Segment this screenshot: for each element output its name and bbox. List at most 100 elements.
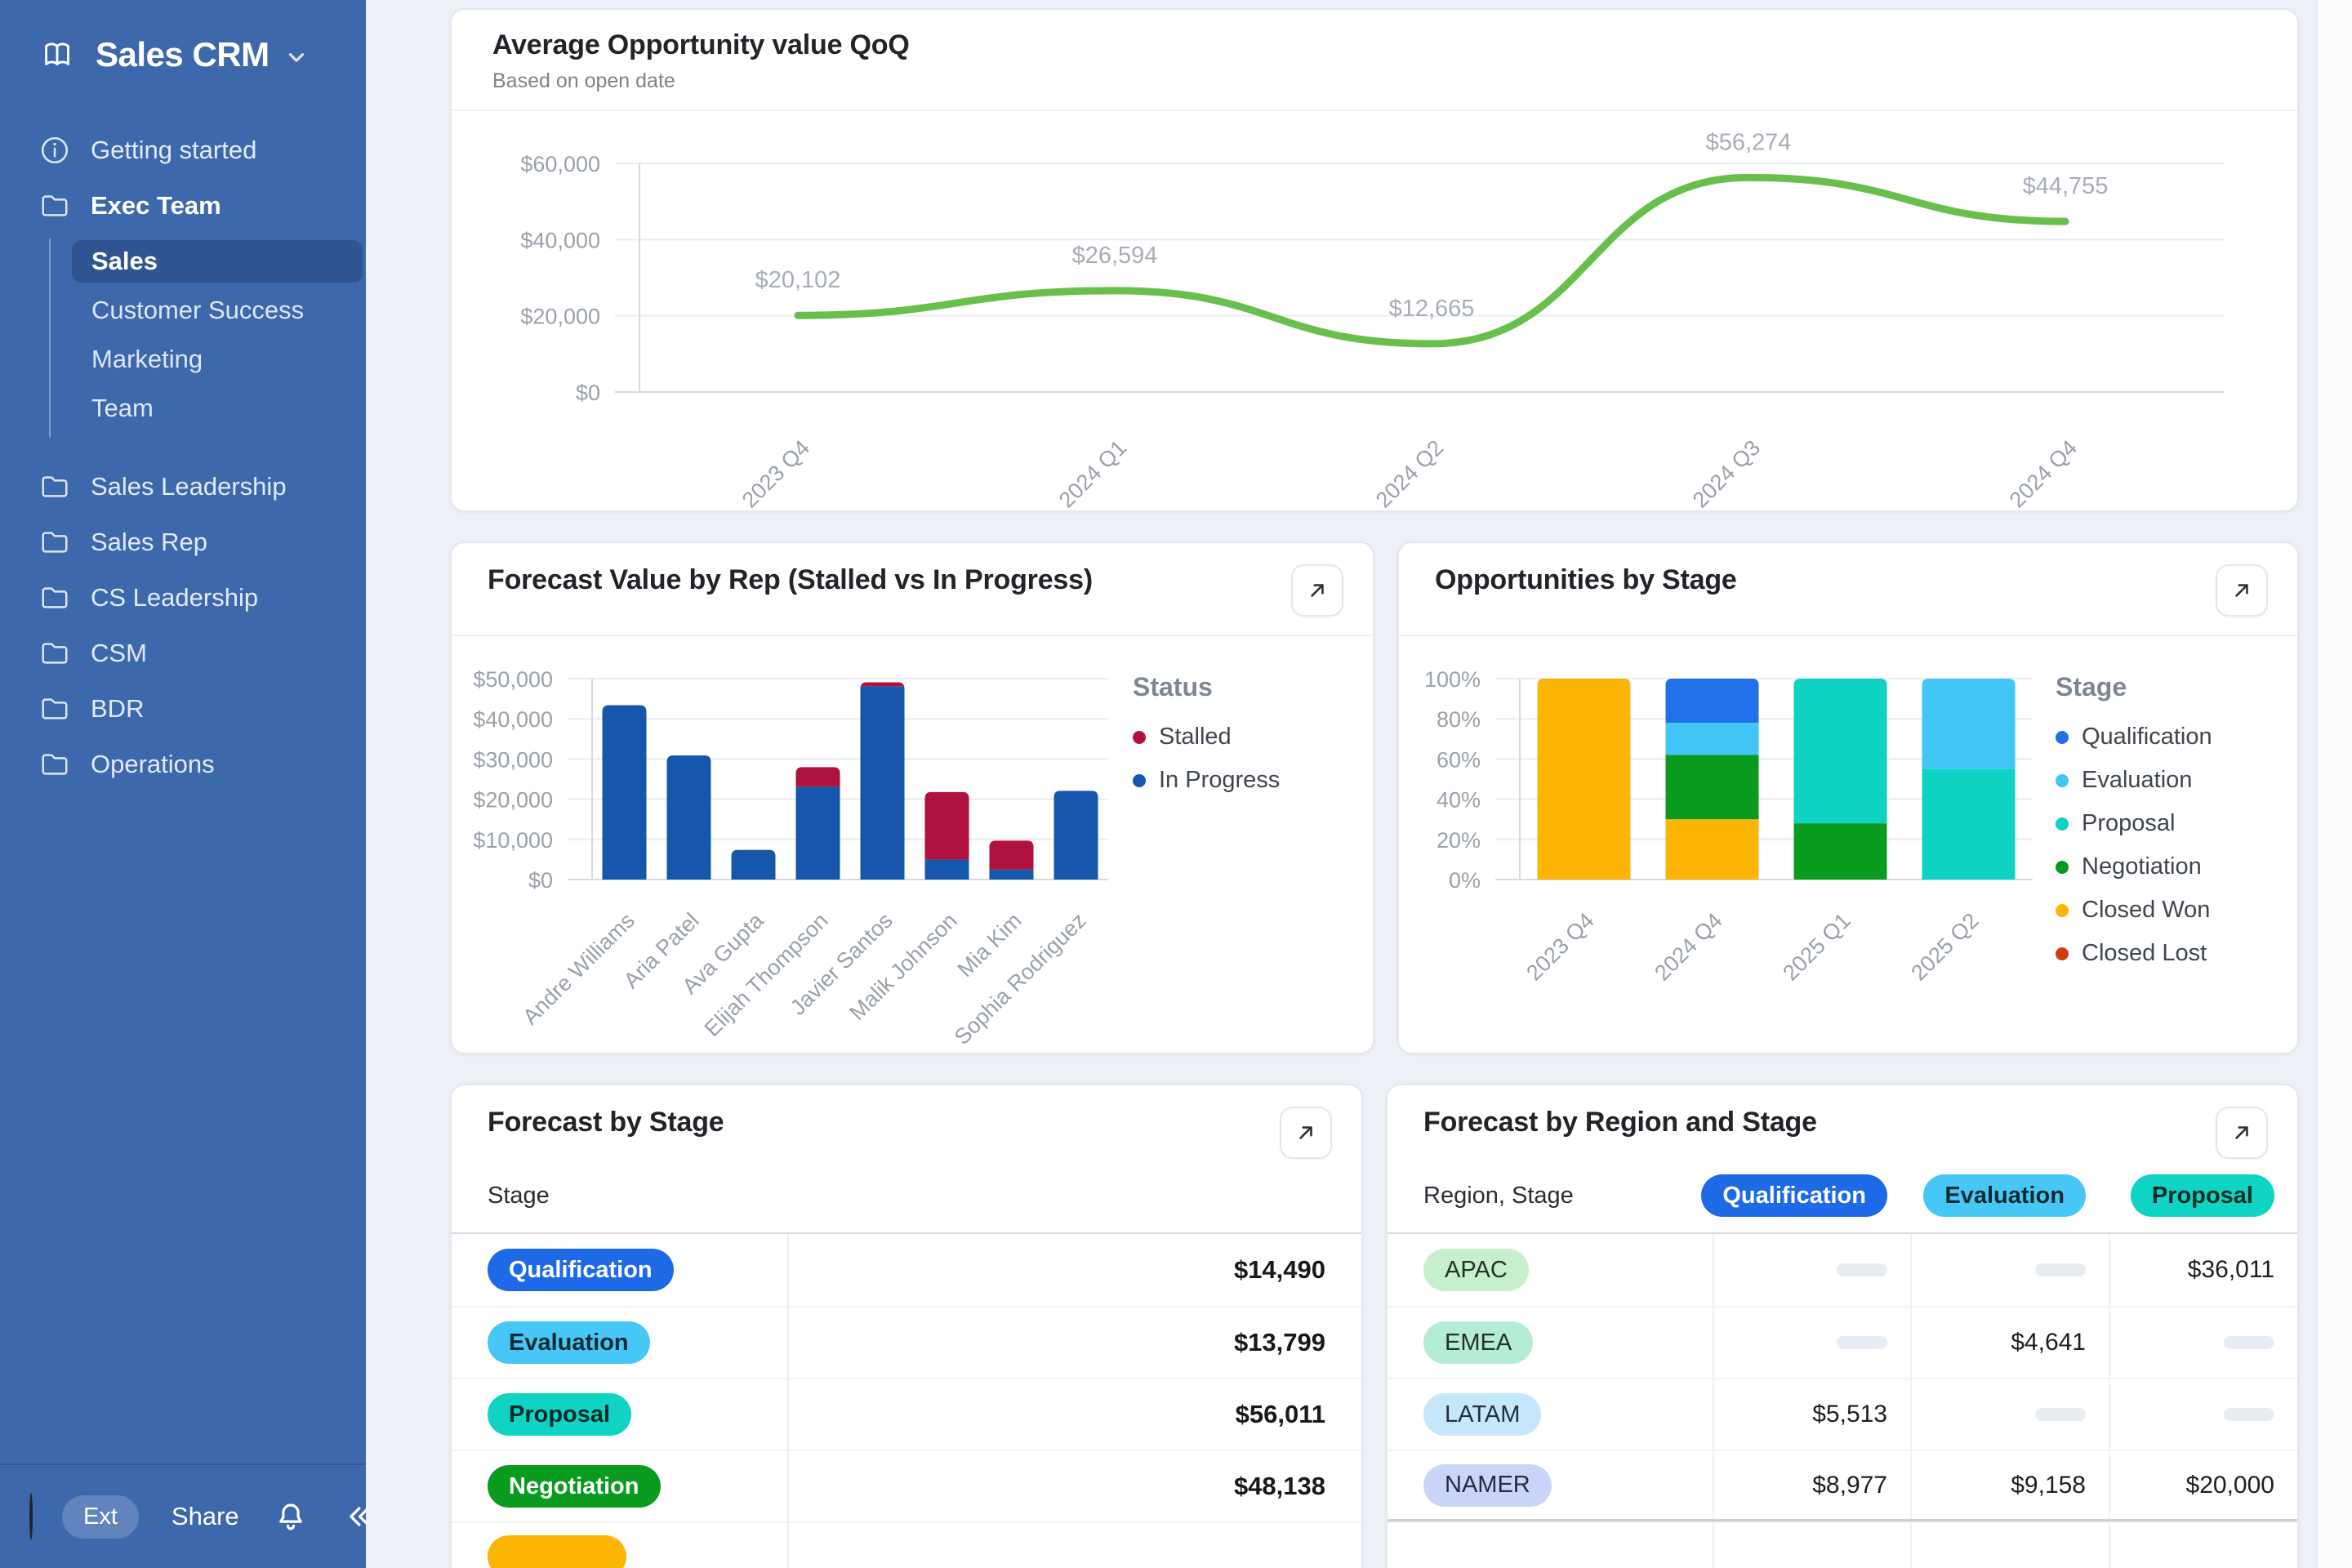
- stage-pill: Evaluation: [1923, 1174, 2086, 1217]
- stage-pill: Negotiation: [488, 1465, 661, 1508]
- svg-text:$20,000: $20,000: [473, 788, 553, 813]
- card-title: Average Opportunity value QoQ: [492, 29, 2256, 61]
- card-forecast-by-stage: Forecast by Stage Stage Qualification$14…: [450, 1084, 1363, 1568]
- stage-cell: Qualification: [452, 1249, 787, 1291]
- svg-text:2023 Q4: 2023 Q4: [737, 435, 814, 512]
- notifications-button[interactable]: [274, 1499, 308, 1534]
- card-header: Average Opportunity value QoQ Based on o…: [452, 10, 2297, 111]
- table-row[interactable]: Evaluation $13,799: [452, 1306, 1361, 1378]
- empty-value: [2109, 1379, 2297, 1450]
- forecast-value: $13,799: [787, 1307, 1361, 1378]
- svg-text:60%: 60%: [1437, 747, 1481, 772]
- sidebar-subitem-sales[interactable]: Sales: [72, 240, 363, 283]
- svg-text:$26,594: $26,594: [1072, 243, 1158, 269]
- region-pill: EMEA: [1423, 1321, 1533, 1364]
- region-pill: NAMER: [1423, 1464, 1552, 1507]
- sidebar-subitem-customer-success[interactable]: Customer Success: [72, 289, 363, 332]
- svg-text:2025 Q2: 2025 Q2: [1906, 908, 1983, 985]
- svg-text:$0: $0: [528, 868, 553, 893]
- svg-text:$50,000: $50,000: [473, 667, 553, 692]
- table-row[interactable]: LATAM$5,513: [1388, 1378, 2297, 1450]
- ext-badge[interactable]: Ext: [62, 1495, 139, 1539]
- sidebar-item-sales-rep[interactable]: Sales Rep: [0, 514, 366, 570]
- expand-button[interactable]: [2216, 564, 2268, 617]
- svg-text:2024 Q1: 2024 Q1: [1054, 435, 1131, 512]
- line-chart: $0$20,000$40,000$60,000$20,102$26,594$12…: [452, 111, 2297, 510]
- table-row[interactable]: Qualification$14,490: [452, 1234, 1361, 1306]
- sidebar-subtree: Sales Customer Success Marketing Team: [49, 238, 366, 438]
- expand-button[interactable]: [1280, 1107, 1332, 1159]
- forecast-value: $9,158: [1910, 1451, 2109, 1519]
- legend-dot: [2056, 731, 2069, 744]
- expand-arrow-icon: [1294, 1120, 1318, 1145]
- card-title: Opportunities by Stage: [1435, 564, 1737, 596]
- legend-item-negotiation: Negotiation: [2056, 853, 2260, 880]
- forecast-value: $20,000: [2109, 1451, 2297, 1519]
- sidebar-subitem-marketing[interactable]: Marketing: [72, 338, 363, 381]
- region-pill: LATAM: [1423, 1393, 1541, 1436]
- scrollbar-track[interactable]: [2316, 0, 2352, 1568]
- folder-icon: [39, 693, 70, 724]
- sidebar-item-sales-leadership[interactable]: Sales Leadership: [0, 459, 366, 514]
- column-header-evaluation: Evaluation: [1910, 1174, 2109, 1217]
- svg-text:20%: 20%: [1437, 828, 1481, 853]
- table-row[interactable]: [452, 1521, 1361, 1568]
- column-header-proposal: Proposal: [2109, 1174, 2297, 1217]
- forecast-value: $14,490: [787, 1234, 1361, 1306]
- table-row[interactable]: NAMER$8,977$9,158$20,000: [1388, 1450, 2297, 1521]
- svg-text:100%: 100%: [1424, 667, 1481, 692]
- sidebar-item-exec-team[interactable]: Exec Team: [0, 178, 366, 234]
- table-row[interactable]: Proposal$56,011: [452, 1378, 1361, 1450]
- svg-text:2024 Q2: 2024 Q2: [1371, 435, 1448, 512]
- empty-dash: [1837, 1263, 1887, 1276]
- sidebar-item-csm[interactable]: CSM: [0, 626, 366, 681]
- card-opportunities-by-stage: Opportunities by Stage 0%20%40%60%80%100…: [1397, 541, 2299, 1054]
- table-row[interactable]: EMEA$4,641: [1388, 1306, 2297, 1378]
- table-row[interactable]: Negotiation$48,138: [452, 1450, 1361, 1521]
- legend-dot: [2056, 861, 2069, 874]
- empty-dash: [2224, 1336, 2274, 1349]
- legend-item-closed-won: Closed Won: [2056, 897, 2260, 924]
- sidebar-item-cs-leadership[interactable]: CS Leadership: [0, 570, 366, 626]
- app-root: Sales CRM Getting startedExec Team Sales C…: [0, 0, 2352, 1568]
- percent-stacked-bar-chart: 0%20%40%60%80%100%2023 Q42024 Q42025 Q12…: [1435, 649, 2056, 1050]
- svg-text:$20,102: $20,102: [755, 267, 841, 293]
- forecast-by-stage-table: Qualification$14,490 Evaluation $13,799Pro…: [452, 1234, 1361, 1568]
- region-cell: EMEA: [1388, 1321, 1713, 1364]
- empty-dash: [1837, 1336, 1887, 1349]
- legend-item-in-progress: In Progress: [1133, 767, 1337, 794]
- legend-title: Status: [1133, 672, 1337, 702]
- region-cell: LATAM: [1388, 1393, 1713, 1436]
- table-row[interactable]: APAC$36,011: [1388, 1234, 2297, 1306]
- svg-text:0%: 0%: [1449, 868, 1481, 893]
- expand-button[interactable]: [1291, 564, 1343, 617]
- sidebar-item-getting-started[interactable]: Getting started: [0, 122, 366, 178]
- sidebar-item-operations[interactable]: Operations: [0, 737, 366, 792]
- stage-pill: Evaluation: [488, 1321, 650, 1364]
- svg-text:2024 Q3: 2024 Q3: [1688, 435, 1765, 512]
- sidebar-item-bdr[interactable]: BDR: [0, 681, 366, 737]
- sidebar-subitem-team[interactable]: Team: [72, 387, 363, 430]
- empty-value: [1713, 1307, 1910, 1378]
- svg-text:2024 Q4: 2024 Q4: [1650, 908, 1726, 985]
- avatar[interactable]: [29, 1493, 33, 1540]
- share-button[interactable]: Share: [172, 1502, 239, 1531]
- expand-button[interactable]: [2216, 1107, 2268, 1159]
- empty-dash: [2035, 1408, 2086, 1421]
- workspace-switcher[interactable]: Sales CRM: [0, 0, 366, 109]
- expand-arrow-icon: [2230, 1120, 2254, 1145]
- card-header: Forecast by Region and Stage: [1388, 1085, 2297, 1159]
- app-title: Sales CRM: [96, 35, 270, 74]
- card-header: Opportunities by Stage: [1399, 543, 2297, 636]
- legend-stage: StageQualificationEvaluationProposalNego…: [2056, 649, 2260, 1050]
- empty-value: [1910, 1234, 2109, 1306]
- charts-row: Forecast Value by Rep (Stalled vs In Pro…: [450, 541, 2299, 1054]
- legend-item-proposal: Proposal: [2056, 810, 2260, 837]
- stage-pill: [488, 1535, 626, 1568]
- table-row-partial: [1388, 1521, 2297, 1568]
- empty-dash: [2035, 1263, 2086, 1276]
- main-content: Average Opportunity value QoQ Based on o…: [366, 0, 2352, 1568]
- card-header: Forecast by Stage: [452, 1085, 1361, 1159]
- sidebar-footer: Ext Share: [0, 1463, 366, 1568]
- tables-row: Forecast by Stage Stage Qualification$14…: [450, 1084, 2299, 1568]
